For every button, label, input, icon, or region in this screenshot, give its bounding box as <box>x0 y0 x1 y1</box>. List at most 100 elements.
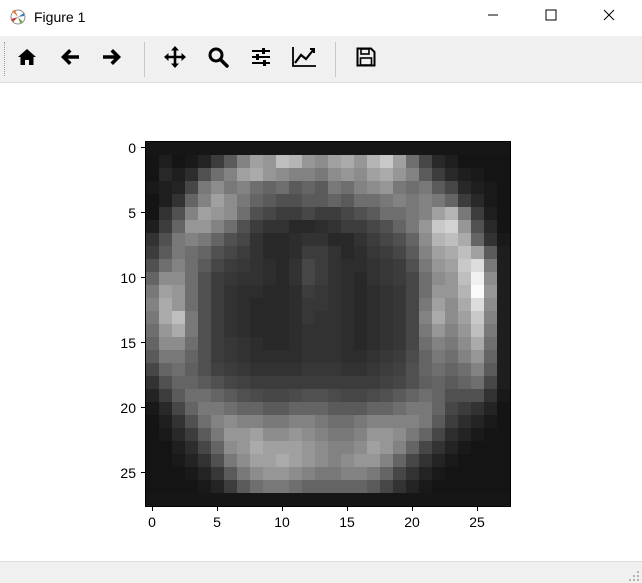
image-pixel <box>289 480 303 494</box>
image-pixel <box>354 142 368 156</box>
image-pixel <box>276 428 290 442</box>
image-pixel <box>185 454 199 468</box>
subplots-button[interactable] <box>246 44 276 74</box>
image-axes[interactable] <box>145 141 511 507</box>
forward-button[interactable] <box>97 44 127 74</box>
image-pixel <box>432 480 446 494</box>
image-pixel <box>237 493 251 506</box>
image-pixel <box>484 480 498 494</box>
figure-canvas[interactable]: 0 5 10 15 20 25 0 5 10 15 20 25 <box>0 83 642 561</box>
ytick-mark <box>141 212 145 213</box>
home-button[interactable] <box>12 44 42 74</box>
image-pixel <box>419 155 433 169</box>
image-pixel <box>497 350 510 364</box>
image-pixel <box>341 168 355 182</box>
image-pixel <box>172 220 186 234</box>
image-pixel <box>471 181 485 195</box>
image-pixel <box>497 363 510 377</box>
image-pixel <box>172 454 186 468</box>
image-pixel <box>445 272 459 286</box>
image-pixel <box>432 311 446 325</box>
image-pixel <box>419 376 433 390</box>
image-pixel <box>328 298 342 312</box>
image-pixel <box>185 155 199 169</box>
image-pixel <box>276 168 290 182</box>
zoom-button[interactable] <box>203 44 233 74</box>
image-pixel <box>445 415 459 429</box>
resize-grip-icon[interactable] <box>628 569 640 581</box>
image-pixel <box>341 350 355 364</box>
image-pixel <box>328 142 342 156</box>
image-pixel <box>458 376 472 390</box>
image-pixel <box>328 168 342 182</box>
image-pixel <box>211 259 225 273</box>
image-pixel <box>484 493 498 506</box>
toolbar-grip[interactable] <box>4 42 7 76</box>
image-pixel <box>198 350 212 364</box>
close-button[interactable] <box>586 0 632 34</box>
image-pixel <box>302 376 316 390</box>
edit-axes-button[interactable] <box>289 44 319 74</box>
image-pixel <box>367 259 381 273</box>
image-pixel <box>380 142 394 156</box>
image-pixel <box>432 246 446 260</box>
image-pixel <box>445 142 459 156</box>
image-pixel <box>185 441 199 455</box>
image-pixel <box>445 259 459 273</box>
image-pixel <box>471 493 485 506</box>
image-pixel <box>328 415 342 429</box>
image-pixel <box>250 454 264 468</box>
image-pixel <box>211 350 225 364</box>
image-pixel <box>211 480 225 494</box>
image-pixel <box>250 402 264 416</box>
image-pixel <box>419 272 433 286</box>
image-pixel <box>393 272 407 286</box>
image-pixel <box>406 389 420 403</box>
image-pixel <box>367 246 381 260</box>
image-pixel <box>445 428 459 442</box>
image-pixel <box>315 194 329 208</box>
maximize-button[interactable] <box>528 0 574 34</box>
image-pixel <box>393 441 407 455</box>
image-pixel <box>380 220 394 234</box>
image-pixel <box>172 272 186 286</box>
image-pixel <box>458 168 472 182</box>
sliders-icon <box>250 46 272 73</box>
image-pixel <box>237 285 251 299</box>
image-pixel <box>341 298 355 312</box>
title-bar[interactable]: Figure 1 <box>0 0 642 36</box>
xtick-label: 25 <box>469 514 485 530</box>
image-pixel <box>484 350 498 364</box>
image-pixel <box>458 389 472 403</box>
image-pixel <box>445 363 459 377</box>
image-pixel <box>224 207 238 221</box>
image-pixel <box>406 376 420 390</box>
image-pixel <box>497 324 510 338</box>
image-pixel <box>224 181 238 195</box>
image-pixel <box>185 168 199 182</box>
image-pixel <box>276 272 290 286</box>
image-pixel <box>341 402 355 416</box>
image-pixel <box>237 155 251 169</box>
image-pixel <box>484 285 498 299</box>
save-button[interactable] <box>351 44 381 74</box>
image-pixel <box>263 454 277 468</box>
image-pixel <box>419 480 433 494</box>
image-pixel <box>419 428 433 442</box>
minimize-button[interactable] <box>470 0 516 34</box>
image-pixel <box>471 467 485 481</box>
image-pixel <box>211 272 225 286</box>
back-button[interactable] <box>55 44 85 74</box>
pan-button[interactable] <box>160 44 190 74</box>
image-pixel <box>458 285 472 299</box>
image-pixel <box>393 363 407 377</box>
image-pixel <box>185 285 199 299</box>
image-pixel <box>289 246 303 260</box>
ytick-label: 15 <box>120 335 136 351</box>
image-pixel <box>237 350 251 364</box>
image-pixel <box>302 259 316 273</box>
image-pixel <box>445 233 459 247</box>
image-pixel <box>406 350 420 364</box>
image-pixel <box>341 181 355 195</box>
close-icon <box>603 8 615 26</box>
